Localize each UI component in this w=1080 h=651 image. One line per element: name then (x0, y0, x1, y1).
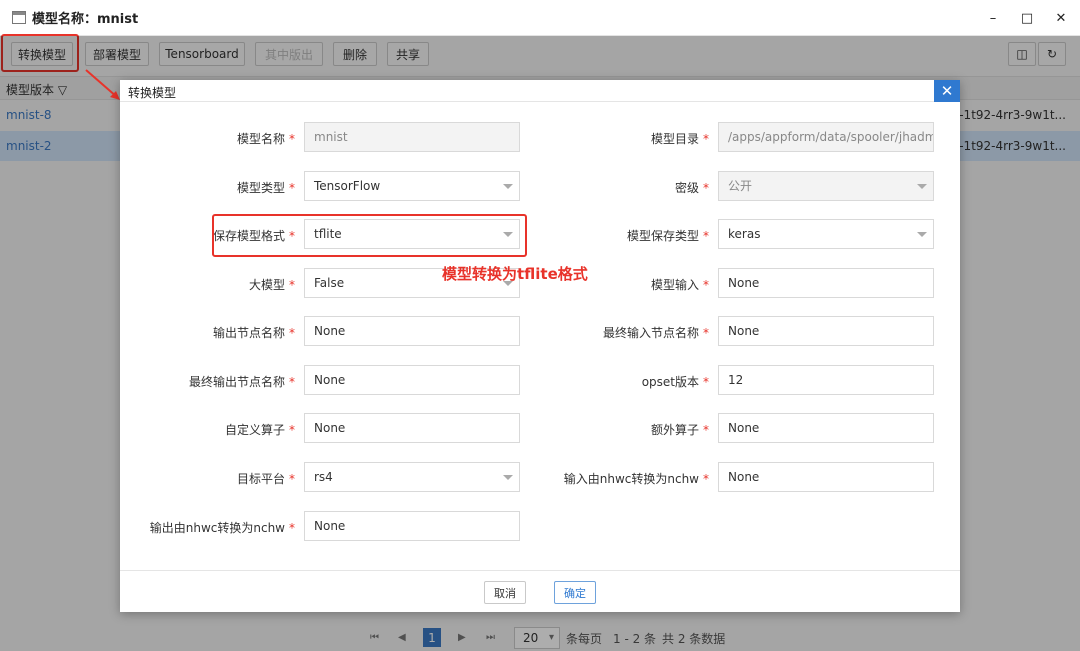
annotation-highlight-save-format (212, 214, 527, 257)
convert-model-dialog: 转换模型 ✕ 模型名称 * mnist 模型类型 * TensorFlow 保存模型… (120, 80, 960, 612)
window-title: 模型名称：mnist (32, 12, 139, 27)
dialog-close-icon[interactable]: ✕ (934, 80, 960, 102)
label-secret-level: 密级 * (674, 181, 709, 195)
model-input-field[interactable]: None (718, 268, 934, 298)
window-controls: – □ ✕ (986, 0, 1068, 36)
secret-level-select[interactable]: 公开 (718, 171, 934, 201)
save-type-select[interactable]: keras (718, 219, 934, 249)
cancel-button[interactable]: 取消 (484, 581, 526, 604)
minimize-icon[interactable]: – (986, 11, 1000, 26)
label-final-output-nodes: 最终输出节点名称 * (188, 375, 295, 389)
extra-ops-field[interactable]: None (718, 413, 934, 443)
target-platform-select[interactable]: rs4 (304, 462, 520, 492)
opset-field[interactable]: 12 (718, 365, 934, 395)
model-type-select[interactable]: TensorFlow (304, 171, 520, 201)
label-large-model: 大模型 * (248, 278, 295, 292)
maximize-icon[interactable]: □ (1020, 11, 1034, 26)
custom-ops-field[interactable]: None (304, 413, 520, 443)
window-app-icon (12, 11, 26, 24)
final-output-nodes-field[interactable]: None (304, 365, 520, 395)
window-titlebar: 模型名称：mnist – □ ✕ (0, 0, 1080, 36)
label-extra-ops: 额外算子 * (650, 423, 709, 437)
output-nhwc-field[interactable]: None (304, 511, 520, 541)
dialog-footer: 取消 确定 (120, 570, 960, 612)
dialog-title: 转换模型 (128, 86, 177, 100)
final-input-nodes-field[interactable]: None (718, 316, 934, 346)
dialog-header: 转换模型 ✕ (120, 80, 960, 102)
model-name-field[interactable]: mnist (304, 122, 520, 152)
model-dir-field[interactable]: /apps/appform/data/spooler/jhadmin/e (718, 122, 934, 152)
annotation-arrow-icon (85, 69, 120, 100)
close-icon[interactable]: ✕ (1054, 11, 1068, 26)
label-input-nhwc: 输入由nhwc转换为nchw * (563, 472, 709, 486)
label-target-platform: 目标平台 * (236, 472, 295, 486)
confirm-button[interactable]: 确定 (554, 581, 596, 604)
label-model-name: 模型名称 * (236, 132, 295, 146)
label-opset: opset版本 * (641, 375, 709, 389)
label-model-type: 模型类型 * (236, 181, 295, 195)
label-output-nhwc: 输出由nhwc转换为nchw * (149, 521, 295, 535)
label-output-nodes: 输出节点名称 * (212, 326, 295, 340)
label-custom-ops: 自定义算子 * (224, 423, 295, 437)
annotation-text: 模型转换为tflite格式 (442, 265, 588, 283)
output-nodes-field[interactable]: None (304, 316, 520, 346)
label-model-dir: 模型目录 * (650, 132, 709, 146)
label-save-type: 模型保存类型 * (626, 229, 709, 243)
input-nhwc-field[interactable]: None (718, 462, 934, 492)
label-final-input-nodes: 最终输入节点名称 * (602, 326, 709, 340)
